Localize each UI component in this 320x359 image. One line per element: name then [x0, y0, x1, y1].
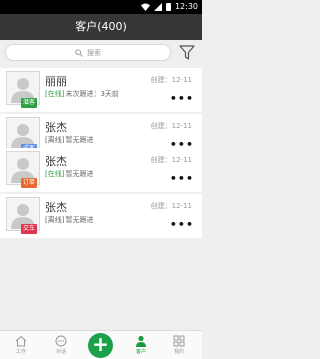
online-status: [在线] [45, 90, 65, 98]
add-customer-button[interactable]: + [88, 333, 113, 358]
customer-name: 张杰 [45, 201, 67, 214]
created-date: 创建：12-11 [150, 202, 192, 210]
follow-up-text: 末次跟进：3天前 [65, 90, 119, 98]
follow-up-text: 暂无跟进 [65, 216, 94, 224]
customer-card[interactable]: 交车 张杰 创建：12-11 [离线]暂无跟进 ••• [0, 194, 202, 238]
created-date: 创建：12-11 [150, 76, 192, 84]
tab-mine[interactable]: 我的 [163, 333, 195, 359]
filter-icon[interactable] [179, 45, 195, 60]
tab-chat[interactable]: 对话 [45, 333, 77, 359]
chat-icon [55, 335, 67, 347]
created-date: 创建：12-11 [150, 122, 192, 130]
customer-card[interactable]: 潜客 丽丽 创建：12-11 [在线]末次跟进：3天前 ••• [0, 68, 202, 112]
follow-up-status: [离线]暂无跟进 [45, 135, 93, 145]
tab-label: 我的 [173, 349, 184, 355]
tab-label: 对话 [55, 349, 66, 355]
follow-up-text: 暂无跟进 [65, 136, 94, 144]
wifi-icon [140, 3, 150, 11]
customer-name: 丽丽 [45, 75, 67, 88]
created-date: 创建：12-11 [150, 156, 192, 164]
person-icon [136, 335, 146, 347]
search-row: 搜索 [0, 40, 202, 66]
more-options-icon[interactable]: ••• [170, 219, 194, 230]
customer-type-badge: 订单 [21, 178, 38, 188]
avatar: 成客 [6, 117, 40, 154]
customer-type-badge: 交车 [21, 224, 38, 234]
status-time: 12:30 [174, 2, 198, 11]
customer-card[interactable]: 订单 张杰 创建：12-11 [在线]暂无跟进 ••• [0, 148, 202, 192]
grid-icon [173, 335, 185, 347]
customer-name: 张杰 [45, 121, 67, 134]
signal-icon [153, 2, 162, 11]
avatar: 潜客 [6, 71, 40, 108]
battery-icon [165, 2, 171, 11]
online-status: [在线] [45, 170, 65, 178]
customer-type-badge: 潜客 [21, 98, 38, 108]
search-input[interactable]: 搜索 [5, 44, 171, 61]
online-status: [离线] [45, 136, 65, 144]
follow-up-text: 暂无跟进 [65, 170, 94, 178]
tab-work[interactable]: 工作 [5, 333, 37, 359]
more-options-icon[interactable]: ••• [170, 173, 194, 184]
tab-customers[interactable]: 客户 [125, 333, 157, 359]
follow-up-status: [在线]暂无跟进 [45, 169, 93, 179]
page-title: 客户(400) [0, 14, 202, 40]
search-placeholder: 搜索 [87, 48, 101, 57]
tab-label: 客户 [135, 349, 146, 355]
follow-up-status: [离线]暂无跟进 [45, 215, 93, 225]
online-status: [离线] [45, 216, 65, 224]
more-options-icon[interactable]: ••• [170, 93, 194, 104]
home-icon [15, 335, 27, 347]
avatar: 订单 [6, 151, 40, 188]
follow-up-status: [在线]末次跟进：3天前 [45, 89, 119, 99]
avatar: 交车 [6, 197, 40, 234]
tab-label: 工作 [15, 349, 26, 355]
customer-name: 张杰 [45, 155, 67, 168]
search-icon [75, 48, 83, 57]
status-bar: 12:30 [0, 0, 202, 14]
